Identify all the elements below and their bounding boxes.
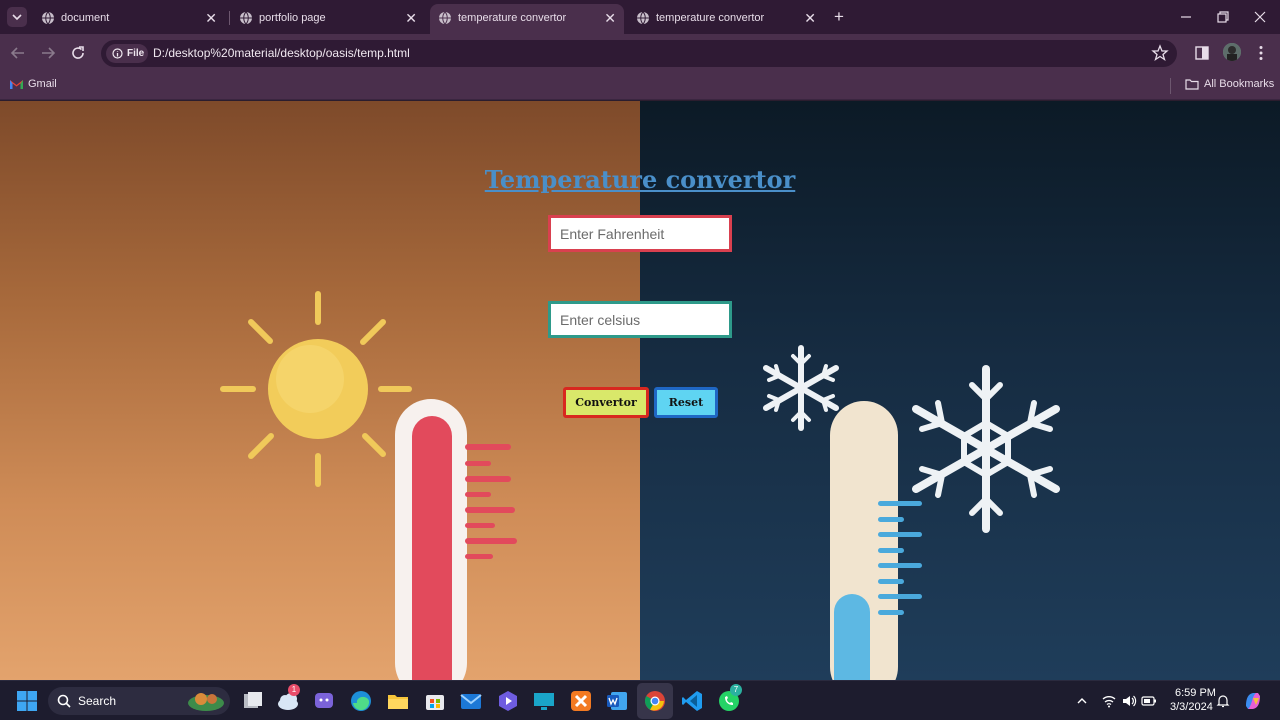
arrow-left-icon [10, 47, 24, 59]
search-highlight-icon [188, 693, 224, 711]
search-label: Search [78, 694, 117, 708]
bookmarks-bar: Gmail All Bookmarks [0, 72, 1280, 100]
page-title: Temperature convertor [484, 165, 796, 194]
close-icon[interactable]: ✕ [405, 10, 417, 27]
bookmarks-divider [1170, 78, 1171, 94]
tab-title: temperature convertor [656, 12, 765, 24]
wifi-icon[interactable] [1101, 693, 1117, 709]
notification-badge: 7 [730, 684, 742, 696]
tab-temperature[interactable]: temperature convertor ✕ [628, 4, 824, 34]
close-icon[interactable]: ✕ [205, 10, 217, 27]
tab-title: temperature convertor [458, 12, 567, 24]
close-window-button[interactable] [1250, 7, 1270, 27]
all-bookmarks-button[interactable]: All Bookmarks [1185, 78, 1274, 90]
clock-time[interactable]: 6:59 PM [1175, 687, 1216, 699]
site-info-chip[interactable]: File [106, 44, 148, 63]
side-panel-icon [1195, 46, 1209, 60]
volume-icon[interactable] [1121, 693, 1137, 709]
profile-avatar[interactable] [1223, 43, 1241, 61]
address-bar[interactable]: File D:/desktop%20material/desktop/oasis… [101, 40, 1177, 67]
battery-icon[interactable] [1141, 693, 1157, 709]
start-button[interactable] [16, 690, 38, 712]
chevron-down-icon [12, 14, 22, 21]
notification-badge: 1 [288, 684, 300, 696]
globe-icon [439, 11, 451, 25]
reset-button[interactable]: Reset [654, 387, 718, 418]
avatar-icon [1223, 43, 1241, 61]
bookmark-gmail[interactable]: Gmail [10, 78, 57, 90]
forward-button[interactable] [39, 44, 57, 62]
side-panel-button[interactable] [1193, 44, 1211, 62]
reload-icon [72, 46, 84, 59]
tab-portfolio[interactable]: portfolio page ✕ [231, 4, 425, 34]
close-icon [1254, 11, 1266, 23]
new-tab-button[interactable]: + [830, 8, 848, 26]
store-icon[interactable] [423, 689, 447, 713]
copilot-icon[interactable] [1242, 690, 1264, 712]
reload-button[interactable] [69, 44, 87, 62]
close-icon[interactable]: ✕ [604, 10, 616, 27]
vscode-icon[interactable] [680, 689, 704, 713]
folder-icon [1185, 79, 1199, 90]
teams-chat-icon[interactable] [312, 689, 336, 713]
windows-logo-icon [17, 691, 37, 711]
page-viewport: Temperature convertor Convertor Reset [0, 101, 1280, 680]
url-text[interactable]: D:/desktop%20material/desktop/oasis/temp… [153, 46, 410, 60]
monitor-app-icon[interactable] [532, 689, 556, 713]
mail-icon[interactable] [459, 689, 483, 713]
tab-temperature-active[interactable]: temperature convertor ✕ [430, 4, 624, 34]
info-icon [112, 48, 123, 59]
video-app-icon[interactable] [496, 689, 520, 713]
clock-date[interactable]: 3/3/2024 [1170, 701, 1213, 713]
menu-button[interactable] [1252, 44, 1270, 62]
hot-thermometer-illustration [395, 399, 517, 680]
bookmark-label: All Bookmarks [1204, 78, 1275, 90]
tab-search-dropdown[interactable] [7, 7, 27, 27]
celsius-input[interactable] [548, 301, 732, 338]
star-icon [1151, 44, 1169, 62]
taskbar-search[interactable]: Search [48, 687, 230, 715]
tab-divider [229, 11, 230, 25]
kebab-menu-icon [1259, 46, 1263, 60]
restore-icon [1217, 11, 1229, 23]
show-hidden-icons-icon[interactable] [1075, 694, 1089, 708]
windows-taskbar: Search 1 7 6:59 PM 3/3/2024 [0, 680, 1280, 720]
restore-button[interactable] [1212, 7, 1232, 27]
search-icon [57, 694, 71, 708]
fahrenheit-input[interactable] [548, 215, 732, 252]
weather-widget[interactable]: 1 [276, 684, 300, 713]
gmail-icon [10, 80, 23, 89]
tab-document[interactable]: document ✕ [33, 4, 225, 34]
minimize-icon [1181, 16, 1191, 18]
bookmark-label: Gmail [28, 78, 57, 90]
word-icon[interactable] [605, 689, 629, 713]
xampp-icon[interactable] [569, 689, 593, 713]
whatsapp-app[interactable]: 7 [717, 684, 742, 713]
minimize-button[interactable] [1176, 7, 1196, 27]
browser-toolbar: File D:/desktop%20material/desktop/oasis… [0, 34, 1280, 72]
edge-icon[interactable] [349, 689, 373, 713]
globe-icon [240, 11, 252, 25]
file-chip-label: File [127, 48, 145, 59]
arrow-right-icon [42, 47, 56, 59]
file-explorer-icon[interactable] [386, 689, 410, 713]
convert-button[interactable]: Convertor [563, 387, 649, 418]
globe-icon [637, 11, 649, 25]
tab-title: document [61, 12, 110, 24]
tab-title: portfolio page [259, 12, 326, 24]
bookmark-star-button[interactable] [1151, 44, 1169, 62]
task-view-icon[interactable] [241, 689, 265, 713]
globe-icon [42, 11, 54, 25]
back-button[interactable] [9, 44, 27, 62]
notification-bell-icon[interactable] [1215, 693, 1231, 709]
tab-strip: document ✕ portfolio page ✕ temperature … [0, 0, 1280, 34]
chrome-icon[interactable] [643, 689, 667, 713]
cold-thermometer-illustration [830, 401, 922, 680]
close-icon[interactable]: ✕ [804, 10, 816, 27]
